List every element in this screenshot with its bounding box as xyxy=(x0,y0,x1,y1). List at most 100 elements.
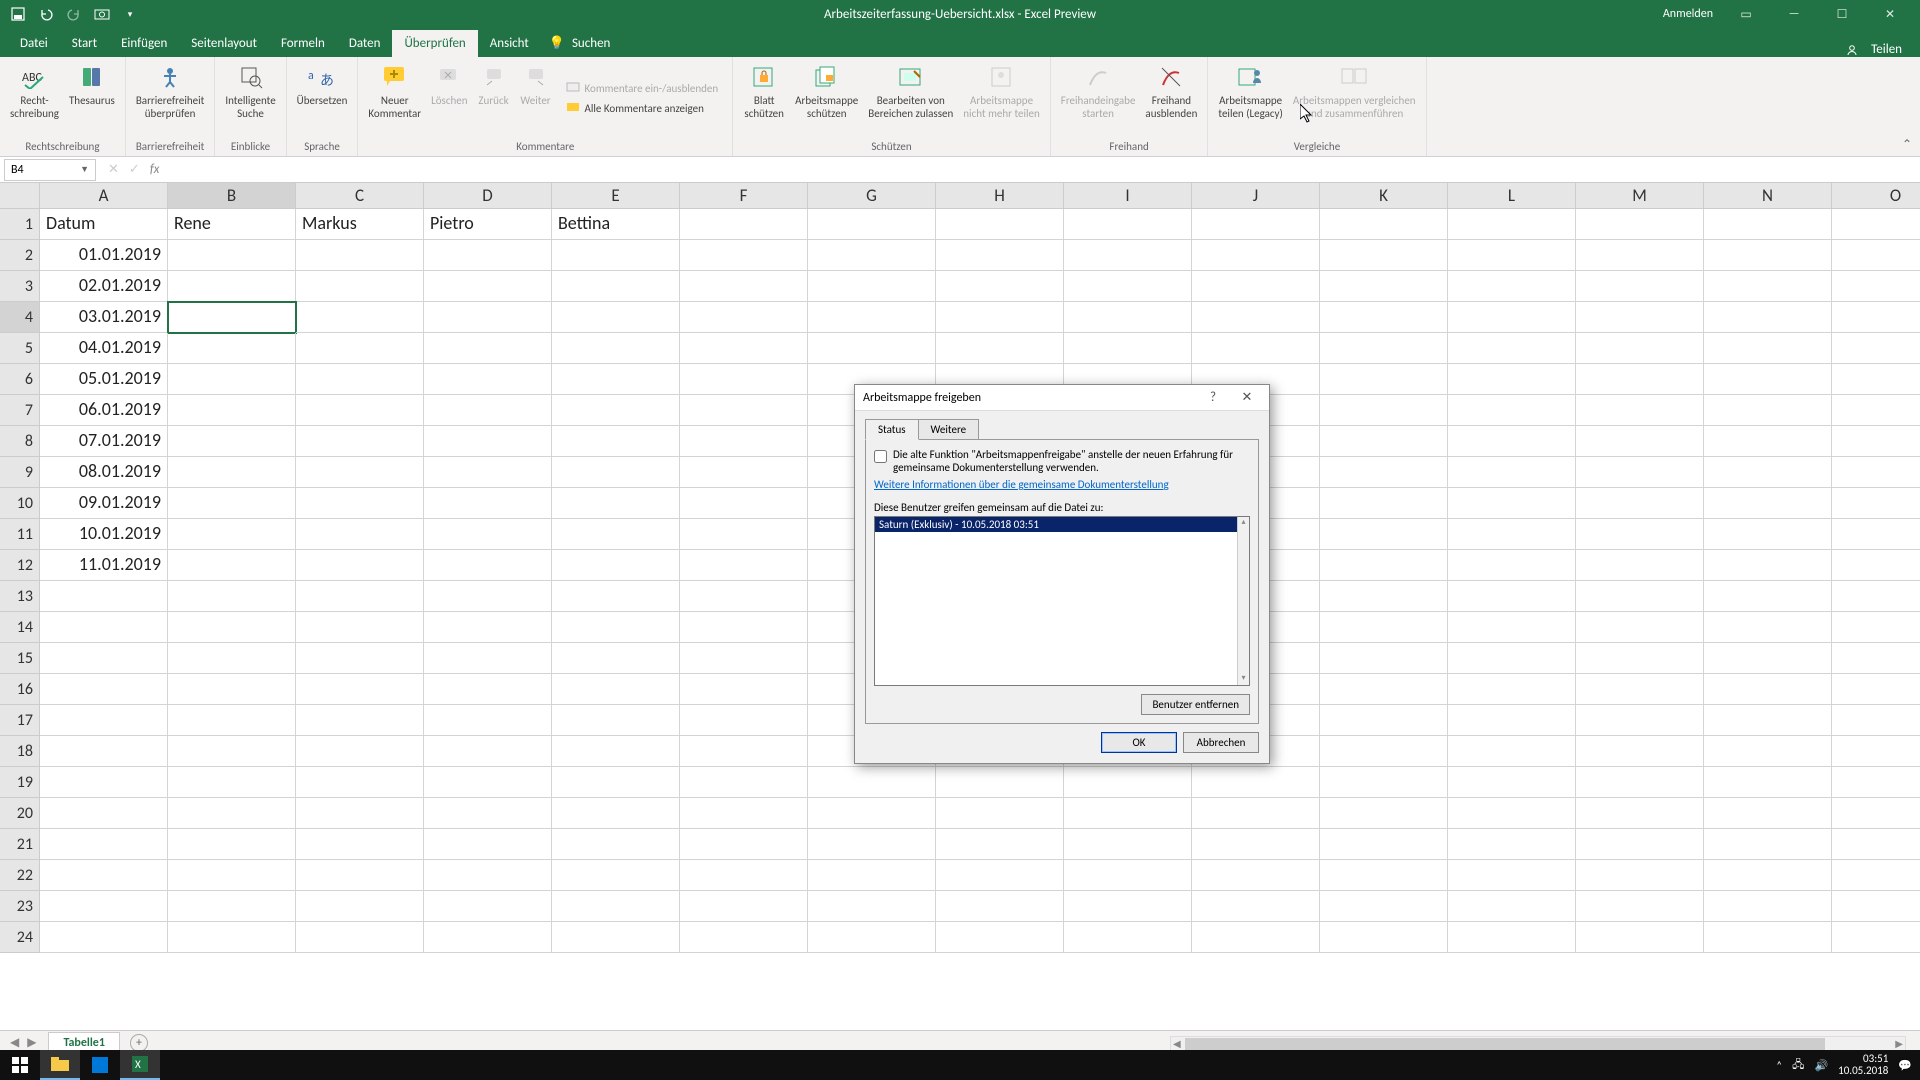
cell[interactable] xyxy=(680,829,808,860)
cell[interactable] xyxy=(168,674,296,705)
cell[interactable] xyxy=(1320,705,1448,736)
tray-volume-icon[interactable]: 🔊 xyxy=(1814,1059,1828,1072)
cell[interactable] xyxy=(936,891,1064,922)
cell[interactable] xyxy=(1320,302,1448,333)
cell[interactable] xyxy=(424,891,552,922)
cell[interactable]: 01.01.2019 xyxy=(40,240,168,271)
column-header[interactable]: A xyxy=(40,183,168,209)
add-sheet-button[interactable]: + xyxy=(130,1034,148,1052)
close-icon[interactable]: ✕ xyxy=(1875,7,1905,22)
cell[interactable] xyxy=(1064,209,1192,240)
cell[interactable] xyxy=(936,767,1064,798)
row-header[interactable]: 18 xyxy=(0,736,40,767)
cell[interactable] xyxy=(808,271,936,302)
cell[interactable] xyxy=(552,860,680,891)
cell[interactable] xyxy=(1704,922,1832,953)
sheet-nav-prev-icon[interactable]: ◀ xyxy=(10,1035,19,1050)
cell[interactable] xyxy=(1320,767,1448,798)
minimize-icon[interactable]: — xyxy=(1779,7,1809,21)
cell[interactable] xyxy=(1704,829,1832,860)
cell[interactable] xyxy=(1448,612,1576,643)
cell[interactable] xyxy=(1576,643,1704,674)
cell[interactable] xyxy=(424,271,552,302)
cell[interactable] xyxy=(168,829,296,860)
cell[interactable] xyxy=(1832,736,1920,767)
taskbar-explorer-icon[interactable] xyxy=(40,1050,80,1080)
cell[interactable] xyxy=(1576,674,1704,705)
cell[interactable] xyxy=(680,612,808,643)
save-icon[interactable] xyxy=(10,6,26,22)
cell[interactable] xyxy=(1576,488,1704,519)
row-header[interactable]: 2 xyxy=(0,240,40,271)
cell[interactable] xyxy=(296,860,424,891)
cell[interactable] xyxy=(552,922,680,953)
cell[interactable] xyxy=(1704,302,1832,333)
cell[interactable] xyxy=(1448,550,1576,581)
cell[interactable] xyxy=(1832,674,1920,705)
cell[interactable] xyxy=(1448,643,1576,674)
cell[interactable] xyxy=(1576,767,1704,798)
listbox-scrollbar[interactable]: ▴ ▾ xyxy=(1237,517,1249,685)
allow-edit-ranges-button[interactable]: Bearbeiten von Bereichen zulassen xyxy=(864,59,957,138)
user-list-item[interactable]: Saturn (Exklusiv) - 10.05.2018 03:51 xyxy=(875,517,1249,532)
cell[interactable] xyxy=(1832,643,1920,674)
collapse-ribbon-icon[interactable]: ⌃ xyxy=(1902,137,1912,152)
cell[interactable] xyxy=(1576,364,1704,395)
row-header[interactable]: 9 xyxy=(0,457,40,488)
cell[interactable] xyxy=(296,798,424,829)
column-header[interactable]: E xyxy=(552,183,680,209)
cell[interactable] xyxy=(680,395,808,426)
cell[interactable] xyxy=(808,891,936,922)
column-header[interactable]: I xyxy=(1064,183,1192,209)
cell[interactable] xyxy=(40,829,168,860)
row-header[interactable]: 4 xyxy=(0,302,40,333)
cell[interactable] xyxy=(168,798,296,829)
cell[interactable] xyxy=(1448,395,1576,426)
tab-datei[interactable]: Datei xyxy=(8,30,60,57)
tray-up-icon[interactable]: ˄ xyxy=(1776,1059,1782,1072)
cell[interactable] xyxy=(1832,612,1920,643)
cell[interactable]: 11.01.2019 xyxy=(40,550,168,581)
cell[interactable] xyxy=(680,798,808,829)
tab-ansicht[interactable]: Ansicht xyxy=(478,30,541,57)
cell[interactable] xyxy=(1064,829,1192,860)
cell[interactable] xyxy=(424,488,552,519)
cell[interactable] xyxy=(680,302,808,333)
tab-einfuegen[interactable]: Einfügen xyxy=(109,30,179,57)
cell[interactable] xyxy=(680,488,808,519)
cell[interactable] xyxy=(1192,829,1320,860)
cell[interactable] xyxy=(1320,736,1448,767)
undo-icon[interactable] xyxy=(38,6,54,22)
coauthoring-info-link[interactable]: Weitere Informationen über die gemeinsam… xyxy=(874,478,1169,491)
cell[interactable] xyxy=(1704,240,1832,271)
cell[interactable] xyxy=(168,612,296,643)
cell[interactable] xyxy=(424,798,552,829)
tab-ueberpruefen[interactable]: Überprüfen xyxy=(392,30,477,57)
sheet-nav-next-icon[interactable]: ▶ xyxy=(27,1035,36,1050)
cell[interactable] xyxy=(424,860,552,891)
dialog-tab-status[interactable]: Status xyxy=(865,419,919,440)
cell[interactable] xyxy=(680,550,808,581)
cell[interactable] xyxy=(1576,829,1704,860)
cell[interactable] xyxy=(424,829,552,860)
cell[interactable] xyxy=(1576,550,1704,581)
cell[interactable] xyxy=(1320,209,1448,240)
search-icon[interactable]: 💡 xyxy=(549,36,565,51)
cell[interactable] xyxy=(1576,457,1704,488)
cell[interactable] xyxy=(1576,302,1704,333)
cell[interactable] xyxy=(1704,860,1832,891)
cell[interactable] xyxy=(1576,581,1704,612)
cell[interactable] xyxy=(936,271,1064,302)
cell[interactable] xyxy=(552,240,680,271)
cell[interactable] xyxy=(680,457,808,488)
cell[interactable] xyxy=(1320,674,1448,705)
cell[interactable] xyxy=(1832,581,1920,612)
cell[interactable] xyxy=(1192,860,1320,891)
cell[interactable] xyxy=(552,643,680,674)
cell[interactable] xyxy=(296,333,424,364)
row-header[interactable]: 13 xyxy=(0,581,40,612)
cell[interactable] xyxy=(40,891,168,922)
redo-icon[interactable] xyxy=(66,6,82,22)
row-header[interactable]: 7 xyxy=(0,395,40,426)
cell[interactable] xyxy=(552,302,680,333)
